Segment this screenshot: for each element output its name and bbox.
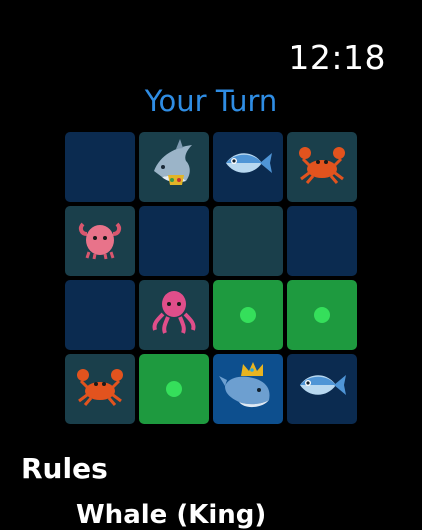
board-cell-r4-c4[interactable] [287, 354, 357, 424]
status-time: 12:18 [288, 38, 386, 77]
board-cell-r2-c3[interactable] [213, 206, 283, 276]
board-cell-r3-c2[interactable] [139, 280, 209, 350]
move-indicator-dot [314, 307, 330, 323]
pink-octopus-icon [75, 214, 125, 268]
board-cell-r4-c2[interactable] [139, 354, 209, 424]
shark-crowned-icon [146, 135, 202, 199]
board-cell-r1-c3[interactable] [213, 132, 283, 202]
rules-heading: Rules [21, 452, 108, 485]
board-cell-r1-c4[interactable] [287, 132, 357, 202]
crab-icon [297, 141, 347, 193]
turn-indicator: Your Turn [144, 84, 278, 118]
move-indicator-dot [166, 381, 182, 397]
octopus-icon [149, 286, 199, 344]
board-cell-r4-c3-selected[interactable] [213, 354, 283, 424]
board-cell-r2-c2[interactable] [139, 206, 209, 276]
board-cell-r3-c3[interactable] [213, 280, 283, 350]
board-cell-r2-c1[interactable] [65, 206, 135, 276]
board-cell-r1-c2[interactable] [139, 132, 209, 202]
board-cell-r3-c4[interactable] [287, 280, 357, 350]
game-board [65, 132, 357, 424]
board-cell-r4-c1[interactable] [65, 354, 135, 424]
fish-icon [222, 145, 274, 189]
board-cell-r2-c4[interactable] [287, 206, 357, 276]
board-cell-r3-c1[interactable] [65, 280, 135, 350]
crab-icon [75, 363, 125, 415]
rules-item-whale: Whale (King) [76, 500, 267, 530]
board-cell-r1-c1[interactable] [65, 132, 135, 202]
move-indicator-dot [240, 307, 256, 323]
fish-icon [296, 367, 348, 411]
whale-crowned-icon [219, 356, 277, 422]
